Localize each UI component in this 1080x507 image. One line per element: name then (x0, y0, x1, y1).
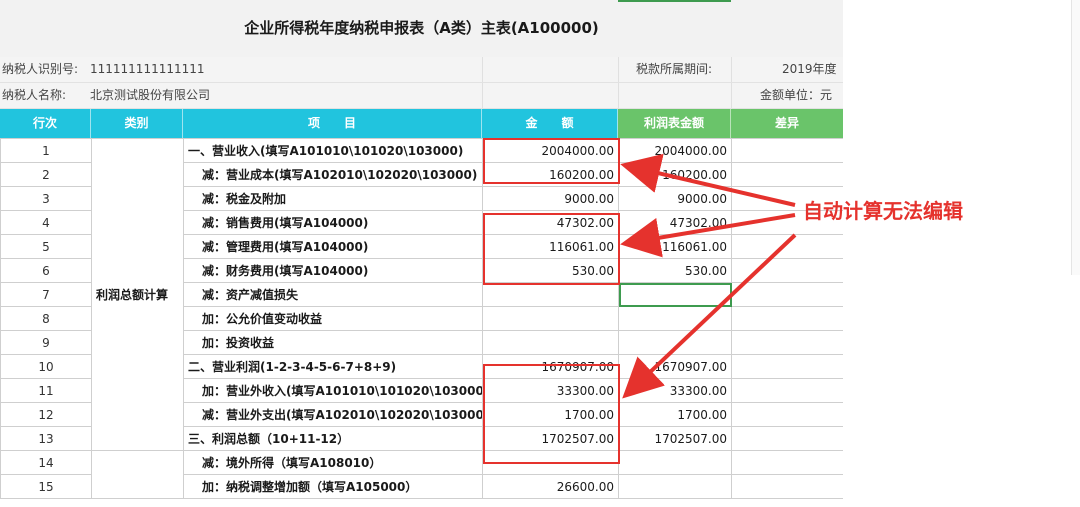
difference-cell[interactable] (731, 426, 844, 451)
table-row: 14 减：境外所得（填写A108010） (0, 450, 844, 499)
header-item: 项 目 (183, 109, 482, 138)
row-number: 10 (0, 354, 92, 379)
profit-amount-cell[interactable]: 1670907.00 (618, 354, 732, 379)
row-number: 14 (0, 450, 92, 475)
profit-amount-cell[interactable] (618, 330, 732, 355)
item-label: 二、营业利润(1-2-3-4-5-6-7+8+9) (183, 354, 483, 379)
form-title: 企业所得税年度纳税申报表（A类）主表(A100000) (244, 19, 599, 37)
item-label: 三、利润总额（10+11-12） (183, 426, 483, 451)
row-number: 12 (0, 402, 92, 427)
taxpayer-id-row: 纳税人识别号: 111111111111111 税款所属期间: 2019年度 (0, 57, 843, 83)
item-label: 加：公允价值变动收益 (183, 306, 483, 331)
tax-period-value: 2019年度 (782, 62, 837, 76)
row-number: 2 (0, 162, 92, 187)
vertical-scrollbar[interactable] (1071, 0, 1080, 275)
profit-amount-cell[interactable]: 1700.00 (618, 402, 732, 427)
item-label: 减：资产减值损失 (183, 282, 483, 307)
taxpayer-id-label: 纳税人识别号: (2, 62, 79, 76)
profit-amount-cell[interactable] (618, 450, 732, 475)
title-row: 企业所得税年度纳税申报表（A类）主表(A100000) (0, 0, 843, 58)
row-number: 3 (0, 186, 92, 211)
profit-amount-cell[interactable]: 160200.00 (618, 162, 732, 187)
row-number: 6 (0, 258, 92, 283)
row-number: 1 (0, 138, 92, 163)
amount-cell[interactable]: 26600.00 (482, 474, 619, 499)
item-label: 减：境外所得（填写A108010） (183, 450, 483, 475)
taxpayer-id-value: 111111111111111 (90, 62, 205, 76)
header-difference: 差异 (731, 109, 844, 138)
profit-amount-cell[interactable]: 33300.00 (618, 378, 732, 403)
right-blank-pane (843, 0, 1080, 507)
amount-unit-label: 金额单位：元 (760, 88, 833, 102)
taxpayer-name-label: 纳税人名称: (2, 88, 67, 102)
item-label: 一、营业收入(填写A101010\101020\103000) (183, 138, 483, 163)
item-label: 减：营业成本(填写A102010\102020\103000) (183, 162, 483, 187)
difference-cell[interactable] (731, 330, 844, 355)
amount-cell[interactable]: 116061.00 (482, 234, 619, 259)
difference-cell[interactable] (731, 474, 844, 499)
amount-cell[interactable]: 160200.00 (482, 162, 619, 187)
declaration-table: 1 利润总额计算 一、营业收入(填写A101010\101020\103000) 20… (0, 138, 844, 499)
item-label: 加：投资收益 (183, 330, 483, 355)
profit-amount-cell[interactable]: 1702507.00 (618, 426, 732, 451)
difference-cell[interactable] (731, 234, 844, 259)
difference-cell[interactable] (731, 258, 844, 283)
amount-cell[interactable]: 1702507.00 (482, 426, 619, 451)
item-label: 减：营业外支出(填写A102010\102020\103000) (183, 402, 483, 427)
amount-cell[interactable] (482, 330, 619, 355)
amount-cell[interactable] (482, 306, 619, 331)
difference-cell[interactable] (731, 162, 844, 187)
category-profit-total: 利润总额计算 (91, 138, 184, 451)
item-label: 减：管理费用(填写A104000) (183, 234, 483, 259)
item-label: 减：税金及附加 (183, 186, 483, 211)
row-number: 5 (0, 234, 92, 259)
difference-cell[interactable] (731, 282, 844, 307)
row-number: 15 (0, 474, 92, 499)
selected-cell[interactable] (618, 282, 732, 307)
row-number: 8 (0, 306, 92, 331)
annotation-callout: 自动计算无法编辑 (803, 199, 963, 223)
item-label: 减：财务费用(填写A104000) (183, 258, 483, 283)
profit-amount-cell[interactable] (618, 474, 732, 499)
item-label: 加：纳税调整增加额（填写A105000） (183, 474, 483, 499)
row-number: 4 (0, 210, 92, 235)
amount-cell[interactable]: 47302.00 (482, 210, 619, 235)
amount-cell[interactable]: 1700.00 (482, 402, 619, 427)
difference-cell[interactable] (731, 306, 844, 331)
amount-cell[interactable]: 9000.00 (482, 186, 619, 211)
profit-amount-cell[interactable]: 47302.00 (618, 210, 732, 235)
amount-cell[interactable]: 2004000.00 (482, 138, 619, 163)
difference-cell[interactable] (731, 354, 844, 379)
amount-cell[interactable] (482, 450, 619, 475)
profit-amount-cell[interactable]: 530.00 (618, 258, 732, 283)
spreadsheet-area: 企业所得税年度纳税申报表（A类）主表(A100000) 纳税人识别号: 1111… (0, 0, 844, 507)
profit-amount-cell[interactable] (618, 306, 732, 331)
profit-amount-cell[interactable]: 116061.00 (618, 234, 732, 259)
taxpayer-name-value: 北京测试股份有限公司 (90, 88, 211, 102)
table-row: 1 利润总额计算 一、营业收入(填写A101010\101020\103000) 20… (0, 138, 844, 451)
taxpayer-name-row: 纳税人名称: 北京测试股份有限公司 金额单位：元 (0, 83, 843, 109)
category-cell (91, 450, 184, 499)
profit-amount-cell[interactable]: 9000.00 (618, 186, 732, 211)
amount-cell[interactable]: 1670907.00 (482, 354, 619, 379)
amount-cell[interactable]: 33300.00 (482, 378, 619, 403)
difference-cell[interactable] (731, 402, 844, 427)
item-label: 减：销售费用(填写A104000) (183, 210, 483, 235)
row-number: 11 (0, 378, 92, 403)
tax-period-label: 税款所属期间: (636, 62, 713, 76)
difference-cell[interactable] (731, 138, 844, 163)
amount-cell[interactable]: 530.00 (482, 258, 619, 283)
header-profit-amount: 利润表金额 (618, 109, 731, 138)
header-row-no: 行次 (0, 109, 91, 138)
header-amount: 金 额 (482, 109, 618, 138)
row-number: 9 (0, 330, 92, 355)
row-number: 13 (0, 426, 92, 451)
difference-cell[interactable] (731, 378, 844, 403)
item-label: 加：营业外收入(填写A101010\101020\103000) (183, 378, 483, 403)
difference-cell[interactable] (731, 450, 844, 475)
row-number: 7 (0, 282, 92, 307)
amount-cell[interactable] (482, 282, 619, 307)
profit-amount-cell[interactable]: 2004000.00 (618, 138, 732, 163)
header-category: 类别 (91, 109, 183, 138)
